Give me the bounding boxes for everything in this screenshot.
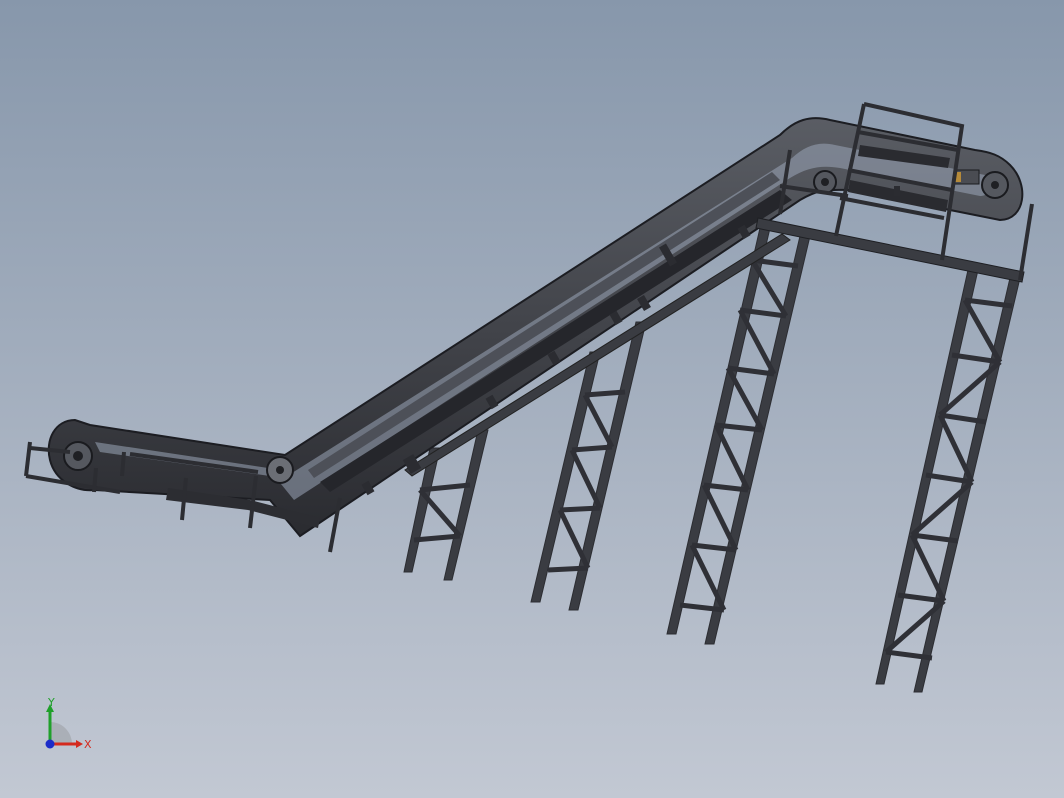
conveyor-belt[interactable]: [47, 117, 1024, 538]
x-axis-arrowhead: [76, 740, 83, 748]
graphics-viewport[interactable]: Y X: [0, 0, 1064, 798]
tail-roller[interactable]: [63, 441, 93, 471]
bend-roller[interactable]: [266, 456, 294, 484]
support-tower-4[interactable]: [875, 269, 1021, 693]
z-axis-dot: [45, 739, 55, 749]
triad-plane-icon: [50, 722, 72, 744]
conveyor-model[interactable]: [0, 0, 1064, 798]
coordinate-triad: Y X: [45, 696, 92, 751]
y-axis-label: Y: [47, 696, 55, 709]
drive-motor[interactable]: [954, 169, 980, 185]
x-axis-label: X: [84, 738, 92, 751]
support-tower-3[interactable]: [666, 227, 811, 645]
head-roller-2[interactable]: [981, 171, 1009, 199]
